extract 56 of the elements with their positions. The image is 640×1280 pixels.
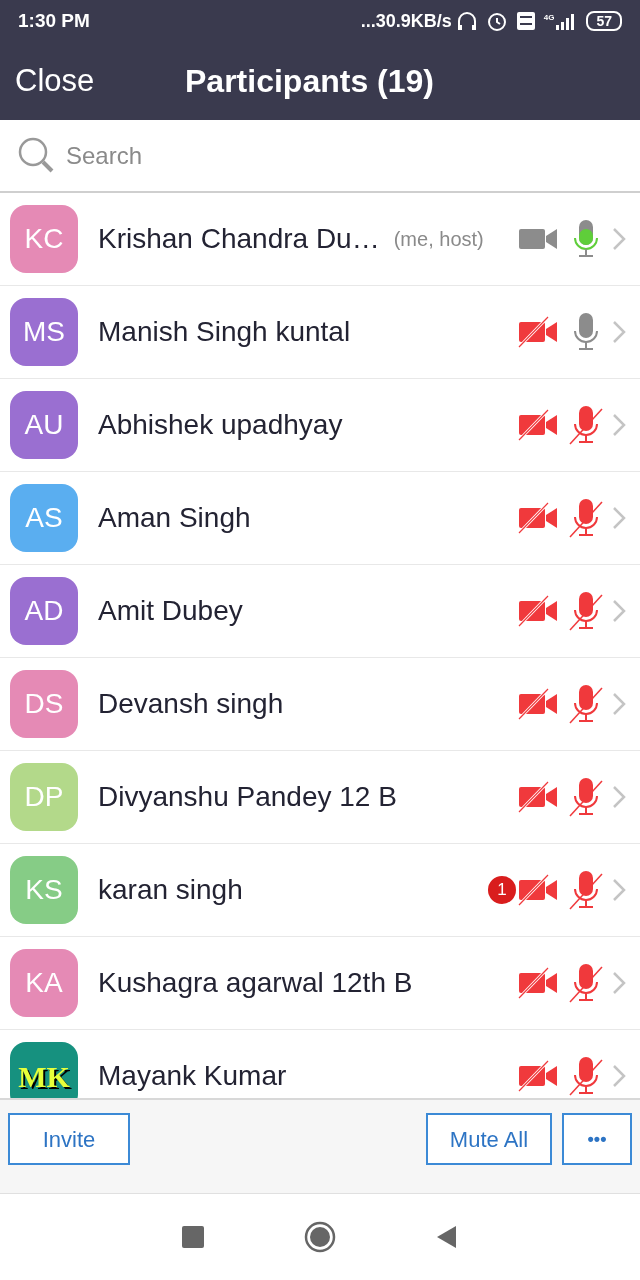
participant-row[interactable]: DS Devansh singh [0, 658, 640, 751]
avatar: DS [10, 670, 78, 738]
avatar: AU [10, 391, 78, 459]
alarm-icon [485, 10, 508, 32]
participant-row[interactable]: AD Amit Dubey [0, 565, 640, 658]
participant-name: Devansh singh [98, 687, 284, 721]
participant-row[interactable]: KS karan singh 1 [0, 844, 640, 937]
invite-button[interactable]: Invite [8, 1113, 130, 1165]
chevron-icon [612, 785, 626, 809]
search-field[interactable]: Search [66, 137, 622, 174]
participant-name: Mayank Kumar [98, 1059, 287, 1093]
avatar: KA [10, 949, 78, 1017]
participant-name: Abhishek upadhyay [98, 408, 343, 442]
avatar: AS [10, 484, 78, 552]
chevron-icon [612, 413, 626, 437]
headphones-icon [455, 10, 478, 32]
participant-name: karan singh [98, 873, 243, 907]
participant-row[interactable]: AS Aman Singh [0, 472, 640, 565]
avatar: MS [10, 298, 78, 366]
chevron-icon [612, 1064, 626, 1088]
chevron-icon [612, 692, 626, 716]
chevron-icon [612, 506, 626, 530]
participant-name: Kushagra agarwal 12th B [98, 966, 413, 1000]
chevron-icon [612, 878, 626, 902]
network-type: 4G [543, 12, 555, 24]
participant-row[interactable]: MS Manish Singh kuntal [0, 286, 640, 379]
unread-badge: 1 [488, 876, 516, 904]
avatar: DP [10, 763, 78, 831]
network-speed: ...30.9KB/s [360, 9, 452, 33]
chevron-icon [612, 227, 626, 251]
participant-name: Aman Singh [98, 501, 251, 535]
participant-name: Divyanshu Pandey 12 B [98, 780, 397, 814]
mute-all-button[interactable]: Mute All [426, 1113, 552, 1165]
chevron-icon [612, 599, 626, 623]
chevron-icon [612, 320, 626, 344]
avatar: KC [10, 205, 78, 273]
participant-row[interactable]: AU Abhishek upadhyay [0, 379, 640, 472]
header-title: Participants (19) [185, 62, 434, 101]
more-button[interactable]: ••• [562, 1113, 632, 1165]
participant-role: (me, host) [393, 227, 484, 252]
participant-row[interactable]: KC Krishan Chandra Du… (me, host) [0, 193, 640, 286]
battery-indicator: 57 [586, 11, 622, 31]
participant-row[interactable]: KA Kushagra agarwal 12th B [0, 937, 640, 1030]
participant-row[interactable]: DP Divyanshu Pandey 12 B [0, 751, 640, 844]
back-button[interactable] [436, 1225, 458, 1249]
status-time: 1:30 PM [18, 8, 90, 33]
avatar: KS [10, 856, 78, 924]
close-button[interactable]: Close [15, 57, 95, 105]
avatar: AD [10, 577, 78, 645]
participant-name: Manish Singh kuntal [98, 315, 351, 349]
participant-name: Amit Dubey [98, 594, 243, 628]
avatar: MK [10, 1042, 78, 1098]
participant-name: Krishan Chandra Du… [98, 222, 380, 256]
search-icon [18, 136, 56, 175]
home-button[interactable] [304, 1221, 336, 1253]
chevron-icon [612, 971, 626, 995]
